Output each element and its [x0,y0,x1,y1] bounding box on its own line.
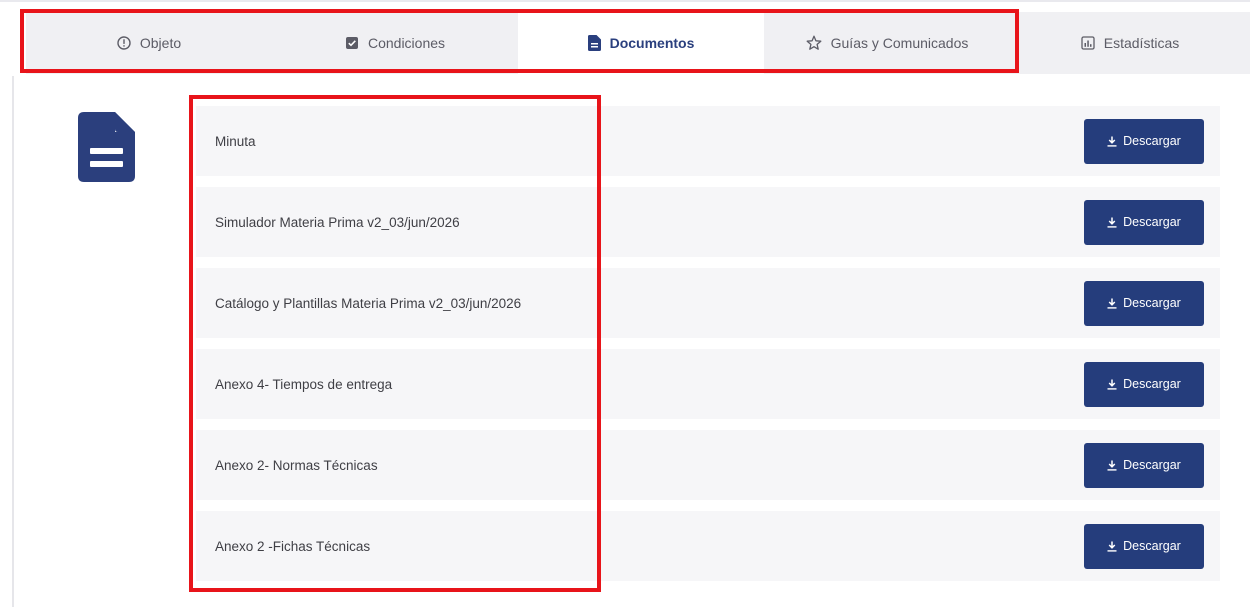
document-row: Anexo 2 -Fichas Técnicas Descargar [196,511,1220,581]
document-row: Simulador Materia Prima v2_03/jun/2026 D… [196,187,1220,257]
tab-documentos[interactable]: Documentos [518,12,764,74]
document-row: Anexo 4- Tiempos de entrega Descargar [196,349,1220,419]
download-icon [1107,298,1117,309]
chart-icon [1081,36,1095,50]
document-name: Anexo 4- Tiempos de entrega [215,376,393,392]
document-name: Anexo 2 -Fichas Técnicas [215,538,371,554]
document-icon [587,35,601,51]
top-divider [0,0,1250,2]
tab-objeto[interactable]: Objeto [26,12,272,74]
document-row: Anexo 2- Normas Técnicas Descargar [196,430,1220,500]
tab-estadisticas[interactable]: Estadísticas [1010,12,1250,74]
info-circle-icon [117,36,131,50]
tab-bar: Objeto Condiciones Documentos Guías y Co… [26,12,1250,74]
download-icon [1107,379,1117,390]
content-left-border [12,76,14,607]
document-row: Catálogo y Plantillas Materia Prima v2_0… [196,268,1220,338]
document-name: Anexo 2- Normas Técnicas [215,457,378,473]
download-label: Descargar [1123,134,1181,148]
tab-label: Documentos [609,35,695,51]
download-label: Descargar [1123,539,1181,553]
tab-label: Guías y Comunicados [830,35,969,51]
download-button[interactable]: Descargar [1084,199,1204,245]
download-label: Descargar [1123,296,1181,310]
download-button[interactable]: Descargar [1084,361,1204,407]
document-row: Minuta Descargar [196,106,1220,176]
document-name: Minuta [215,133,256,149]
tab-label: Objeto [139,35,182,51]
tab-label: Estadísticas [1103,35,1180,51]
download-icon [1107,217,1117,228]
tab-condiciones[interactable]: Condiciones [272,12,518,74]
download-label: Descargar [1123,377,1181,391]
download-button[interactable]: Descargar [1084,280,1204,326]
download-button[interactable]: Descargar [1084,118,1204,164]
download-button[interactable]: Descargar [1084,442,1204,488]
tab-label: Condiciones [367,35,446,51]
checkbox-icon [345,36,359,50]
tab-guias-comunicados[interactable]: Guías y Comunicados [764,12,1010,74]
document-list: Minuta Descargar Simulador Materia Prima… [196,106,1220,592]
download-label: Descargar [1123,458,1181,472]
download-button[interactable]: Descargar [1084,523,1204,569]
download-icon [1107,460,1117,471]
download-icon [1107,136,1117,147]
download-icon [1107,541,1117,552]
download-label: Descargar [1123,215,1181,229]
document-name: Simulador Materia Prima v2_03/jun/2026 [215,214,460,230]
document-name: Catálogo y Plantillas Materia Prima v2_0… [215,295,522,311]
star-icon [806,35,822,51]
large-document-icon [78,112,135,187]
